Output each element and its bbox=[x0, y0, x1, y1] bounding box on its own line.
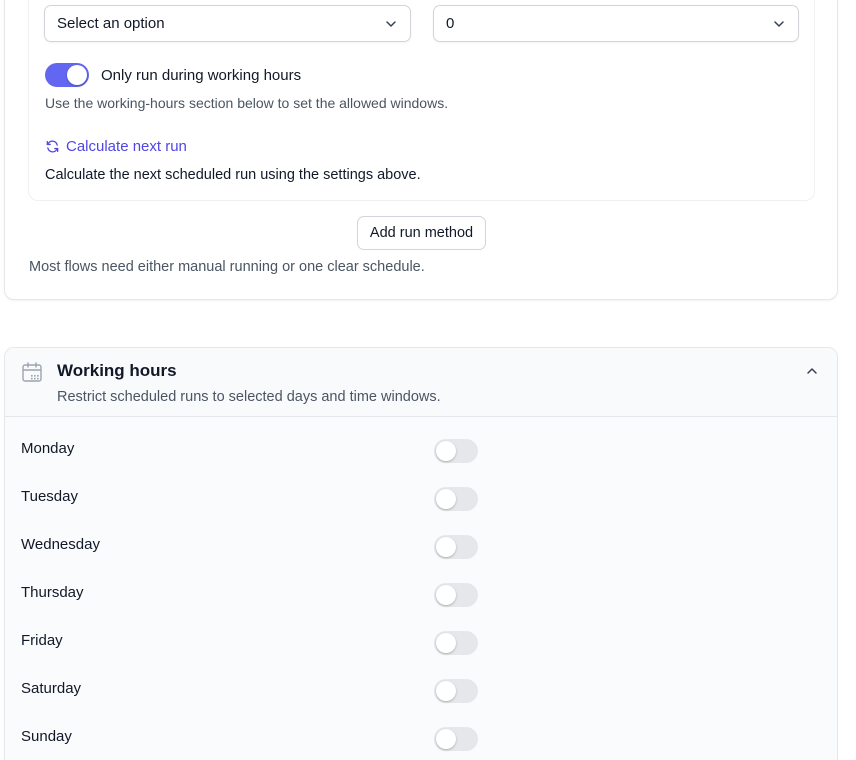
chevron-down-icon bbox=[386, 20, 396, 27]
day-label: Wednesday bbox=[21, 536, 100, 553]
run-methods-note: Most flows need either manual running or… bbox=[29, 259, 425, 275]
calculate-next-run-description: Calculate the next scheduled run using t… bbox=[45, 167, 421, 183]
add-run-method-button[interactable]: Add run method bbox=[357, 216, 486, 250]
toggle-knob bbox=[436, 537, 456, 557]
day-toggle-friday[interactable] bbox=[434, 631, 478, 655]
day-label: Tuesday bbox=[21, 488, 78, 505]
day-toggle-thursday[interactable] bbox=[434, 583, 478, 607]
calculate-next-run-link[interactable]: Calculate next run bbox=[45, 138, 187, 155]
toggle-knob bbox=[436, 633, 456, 653]
number-select-value: 0 bbox=[446, 15, 455, 32]
day-label: Sunday bbox=[21, 728, 72, 745]
toggle-knob bbox=[436, 585, 456, 605]
calendar-icon bbox=[22, 362, 42, 382]
day-row-sunday: Sunday bbox=[5, 713, 837, 760]
toggle-knob bbox=[67, 65, 87, 85]
chevron-down-icon bbox=[774, 20, 784, 27]
working-hours-toggle-row: Only run during working hours bbox=[45, 63, 301, 87]
working-hours-toggle-label: Only run during working hours bbox=[101, 66, 302, 84]
day-row-friday: Friday bbox=[5, 617, 837, 665]
working-hours-help-text: Use the working-hours section below to s… bbox=[45, 95, 449, 111]
working-hours-subtitle: Restrict scheduled runs to selected days… bbox=[57, 389, 441, 405]
schedule-method-card: Select an option 0 Only run during worki… bbox=[28, 0, 815, 201]
day-toggle-saturday[interactable] bbox=[434, 679, 478, 703]
day-toggle-monday[interactable] bbox=[434, 439, 478, 463]
day-row-tuesday: Tuesday bbox=[5, 473, 837, 521]
day-label: Saturday bbox=[21, 680, 82, 697]
day-label: Monday bbox=[21, 440, 75, 457]
option-select-value: Select an option bbox=[57, 15, 165, 32]
toggle-knob bbox=[436, 489, 456, 509]
page: Select an option 0 Only run during worki… bbox=[0, 0, 856, 760]
working-hours-card: Working hours Restrict scheduled runs to… bbox=[4, 347, 838, 760]
run-methods-card: Select an option 0 Only run during worki… bbox=[4, 0, 838, 300]
working-hours-title: Working hours bbox=[57, 361, 177, 380]
number-select[interactable]: 0 bbox=[433, 5, 799, 42]
working-hours-toggle[interactable] bbox=[45, 63, 89, 87]
day-toggle-sunday[interactable] bbox=[434, 727, 478, 751]
day-row-wednesday: Wednesday bbox=[5, 521, 837, 569]
toggle-knob bbox=[436, 441, 456, 461]
day-toggle-wednesday[interactable] bbox=[434, 535, 478, 559]
option-select[interactable]: Select an option bbox=[44, 5, 411, 42]
day-label: Friday bbox=[21, 632, 63, 649]
toggle-knob bbox=[436, 729, 456, 749]
day-row-monday: Monday bbox=[5, 425, 837, 473]
calculate-next-run-label: Calculate next run bbox=[66, 138, 187, 155]
day-row-saturday: Saturday bbox=[5, 665, 837, 713]
day-toggle-tuesday[interactable] bbox=[434, 487, 478, 511]
day-row-thursday: Thursday bbox=[5, 569, 837, 617]
chevron-up-icon[interactable] bbox=[803, 362, 821, 380]
working-hours-header[interactable]: Working hours Restrict scheduled runs to… bbox=[5, 348, 837, 417]
day-label: Thursday bbox=[21, 584, 84, 601]
toggle-knob bbox=[436, 681, 456, 701]
refresh-icon bbox=[46, 140, 59, 153]
